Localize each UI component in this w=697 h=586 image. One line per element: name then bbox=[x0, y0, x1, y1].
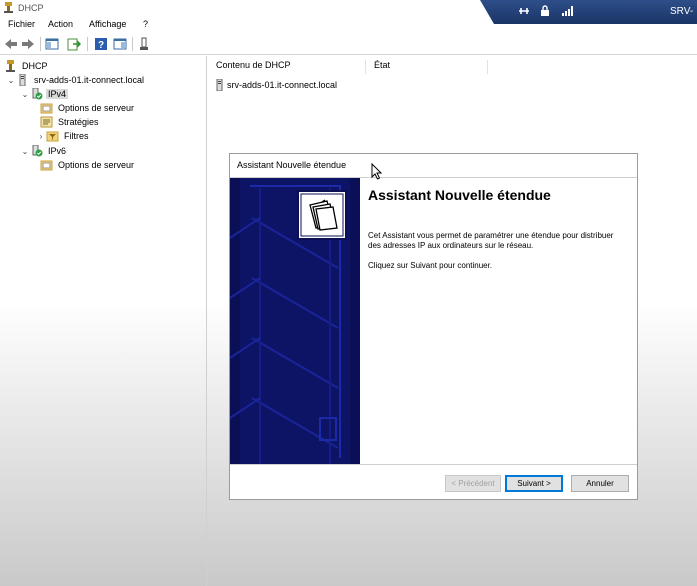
back-icon[interactable] bbox=[4, 37, 18, 51]
server-icon bbox=[19, 74, 26, 86]
tree-label: Options de serveur bbox=[58, 103, 135, 113]
collapse-chevron-icon[interactable]: ⌄ bbox=[6, 76, 16, 85]
tree-label: IPv4 bbox=[46, 89, 69, 99]
export-list-icon[interactable] bbox=[67, 37, 81, 51]
help-icon[interactable]: ? bbox=[94, 37, 108, 51]
menu-bar: Fichier Action Affichage ? bbox=[0, 16, 697, 33]
tree-label: Stratégies bbox=[58, 117, 99, 127]
toolbar: ? bbox=[0, 34, 697, 55]
tree-label: srv-adds-01.it-connect.local bbox=[34, 75, 145, 85]
svg-text:?: ? bbox=[98, 40, 104, 51]
tree-item-ipv6-options[interactable]: Options de serveur bbox=[40, 158, 136, 172]
ipv4-icon bbox=[32, 88, 43, 100]
dialog-instruction: Cliquez sur Suivant pour continuer. bbox=[368, 261, 493, 270]
server-status-icon[interactable] bbox=[137, 37, 151, 51]
filter-icon bbox=[46, 131, 59, 142]
next-button[interactable]: Suivant > bbox=[505, 475, 563, 492]
menu-action[interactable]: Action bbox=[48, 19, 73, 29]
folder-options-icon bbox=[40, 160, 53, 171]
tree-item-server[interactable]: ⌄ srv-adds-01.it-connect.local bbox=[6, 73, 146, 87]
toolbar-separator bbox=[40, 37, 41, 51]
toolbar-separator bbox=[132, 37, 133, 51]
ipv6-icon bbox=[32, 145, 43, 157]
dialog-title: Assistant Nouvelle étendue bbox=[237, 160, 347, 170]
menu-help[interactable]: ? bbox=[143, 19, 148, 29]
tree-label: Filtres bbox=[64, 131, 89, 141]
dialog-heading: Assistant Nouvelle étendue bbox=[368, 187, 551, 203]
previous-button[interactable]: < Précédent bbox=[445, 475, 501, 492]
menu-view[interactable]: Affichage bbox=[89, 19, 126, 29]
dhcp-icon bbox=[6, 60, 15, 72]
collapse-chevron-icon[interactable]: ⌄ bbox=[20, 90, 30, 99]
tree-item-ipv4-options[interactable]: Options de serveur bbox=[40, 101, 136, 115]
list-item[interactable]: srv-adds-01.it-connect.local bbox=[216, 79, 337, 91]
tree-label: Options de serveur bbox=[58, 160, 135, 170]
tree-item-ipv4[interactable]: ⌄ IPv4 bbox=[20, 87, 69, 101]
properties-pane-icon[interactable] bbox=[113, 37, 127, 51]
tree-item-ipv6[interactable]: ⌄ IPv6 bbox=[20, 144, 68, 158]
tree-label: IPv6 bbox=[48, 146, 67, 156]
toolbar-separator bbox=[87, 37, 88, 51]
expand-chevron-icon[interactable]: › bbox=[36, 132, 46, 141]
menu-file[interactable]: Fichier bbox=[8, 19, 35, 29]
policy-icon bbox=[40, 116, 53, 128]
column-header-status[interactable]: État bbox=[366, 60, 488, 74]
folders-logo-icon bbox=[297, 190, 347, 240]
show-console-tree-icon[interactable] bbox=[45, 37, 59, 51]
folder-options-icon bbox=[40, 103, 53, 114]
column-header-content[interactable]: Contenu de DHCP bbox=[208, 60, 366, 74]
dialog-footer-divider bbox=[230, 464, 637, 465]
tree-item-policies[interactable]: Stratégies bbox=[40, 115, 101, 129]
tree-label: DHCP bbox=[22, 61, 48, 71]
new-scope-wizard-dialog: Assistant Nouvelle étendue Assistant Nou… bbox=[229, 153, 638, 500]
console-tree: DHCP ⌄ srv-adds-01.it-connect.local ⌄ IP… bbox=[0, 56, 207, 586]
server-icon bbox=[216, 79, 223, 91]
wizard-banner bbox=[230, 178, 360, 464]
mouse-cursor-icon bbox=[371, 163, 383, 180]
tree-item-dhcp[interactable]: DHCP bbox=[4, 59, 50, 73]
cancel-button[interactable]: Annuler bbox=[571, 475, 629, 492]
tree-item-filters[interactable]: › Filtres bbox=[36, 129, 91, 143]
list-item-label: srv-adds-01.it-connect.local bbox=[227, 80, 338, 90]
dialog-description: Cet Assistant vous permet de paramétrer … bbox=[368, 231, 614, 250]
dhcp-icon bbox=[4, 2, 13, 13]
collapse-chevron-icon[interactable]: ⌄ bbox=[20, 147, 30, 156]
window-title: DHCP bbox=[18, 3, 44, 13]
forward-icon[interactable] bbox=[21, 37, 35, 51]
